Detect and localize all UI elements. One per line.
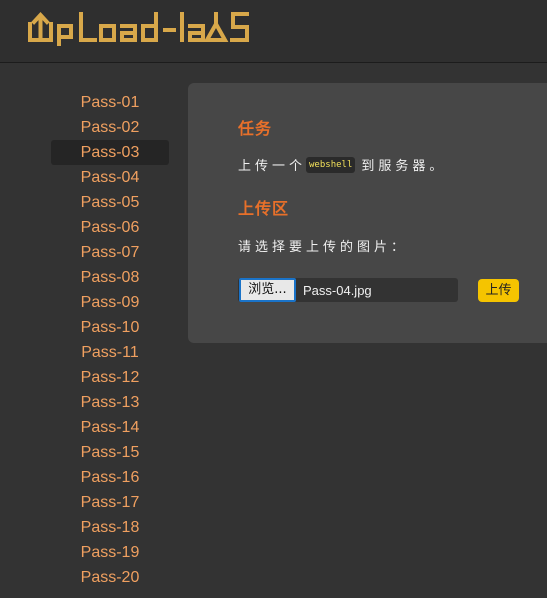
sidebar-item-pass-02[interactable]: Pass-02 — [51, 115, 169, 140]
file-input[interactable]: 浏览... Pass-04.jpg — [238, 278, 458, 302]
sidebar-item-pass-09[interactable]: Pass-09 — [51, 290, 169, 315]
task-description: 上传一个 webshell 到服务器。 — [238, 155, 446, 174]
sidebar-item-pass-16[interactable]: Pass-16 — [51, 465, 169, 490]
task-prefix: 上传一个 — [238, 159, 307, 174]
sidebar-item-pass-11[interactable]: Pass-11 — [51, 340, 169, 365]
sidebar-item-pass-01[interactable]: Pass-01 — [51, 90, 169, 115]
sidebar-item-pass-04[interactable]: Pass-04 — [51, 165, 169, 190]
logo-graphic — [28, 12, 249, 46]
sidebar-item-pass-19[interactable]: Pass-19 — [51, 540, 169, 565]
main-panel: 任务 上传一个 webshell 到服务器。 上传区 请选择要上传的图片： 浏览… — [188, 83, 547, 343]
task-suffix: 到服务器。 — [361, 159, 447, 174]
upload-area-title: 上传区 — [238, 199, 290, 218]
sidebar-item-pass-18[interactable]: Pass-18 — [51, 515, 169, 540]
selected-file-name: Pass-04.jpg — [303, 283, 372, 298]
sidebar-item-pass-10[interactable]: Pass-10 — [51, 315, 169, 340]
sidebar-item-pass-14[interactable]: Pass-14 — [51, 415, 169, 440]
select-image-label: 请选择要上传的图片： — [238, 240, 409, 255]
site-logo[interactable] — [27, 10, 257, 50]
sidebar-item-pass-15[interactable]: Pass-15 — [51, 440, 169, 465]
sidebar-item-pass-07[interactable]: Pass-07 — [51, 240, 169, 265]
sidebar-item-pass-20[interactable]: Pass-20 — [51, 565, 169, 590]
sidebar-item-pass-05[interactable]: Pass-05 — [51, 190, 169, 215]
sidebar-item-pass-03[interactable]: Pass-03 — [51, 140, 169, 165]
upload-button[interactable]: 上传 — [478, 279, 519, 302]
sidebar-item-pass-17[interactable]: Pass-17 — [51, 490, 169, 515]
sidebar-item-pass-06[interactable]: Pass-06 — [51, 215, 169, 240]
task-title: 任务 — [238, 119, 273, 138]
browse-button[interactable]: 浏览... — [239, 278, 296, 302]
sidebar-item-pass-13[interactable]: Pass-13 — [51, 390, 169, 415]
page-header — [0, 0, 547, 63]
sidebar-item-pass-12[interactable]: Pass-12 — [51, 365, 169, 390]
sidebar-nav: Pass-01 Pass-02 Pass-03 Pass-04 Pass-05 Pass-… — [51, 90, 169, 590]
webshell-code: webshell — [306, 156, 356, 173]
sidebar-item-pass-08[interactable]: Pass-08 — [51, 265, 169, 290]
